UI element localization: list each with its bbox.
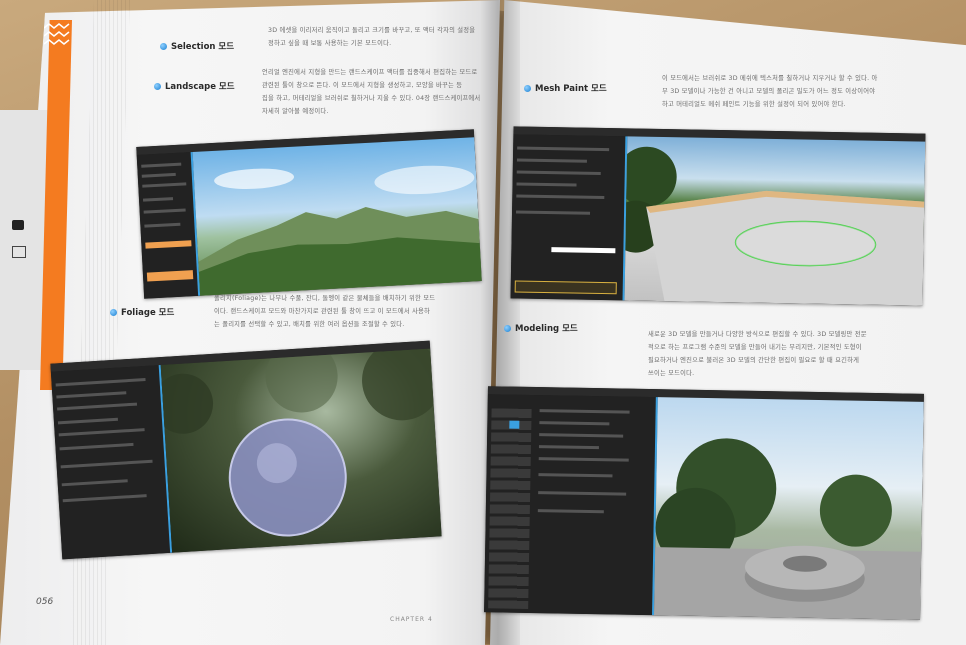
highlight-row [146,270,194,282]
landscape-viewport [192,137,482,296]
modeling-tool-panel [484,394,658,616]
foliage-mode-text: 폴리지(Foliage)는 나무나 수풀, 잔디, 돌멩이 같은 물체들을 배치… [214,295,436,328]
play-icon [12,220,24,230]
bullet-icon [504,324,511,332]
modeling-mode-text: 새로운 3D 모델을 만들거나 다양한 방식으로 편집할 수 있다. 3D 모델… [648,331,867,377]
zigzag-pattern-icon [44,23,70,45]
color-bar [551,247,616,254]
landscape-mode-screenshot [136,129,482,299]
mesh-paint-mode-heading: Mesh Paint 모드 [524,82,607,94]
landscape-mode-text: 언리얼 엔진에서 지형을 만드는 랜드스케이프 액터를 집중해서 편집하는 모드… [262,69,481,115]
landscape-tool-panel [136,152,201,299]
landscape-mode-heading: Landscape 모드 [154,80,235,92]
modeling-mode-heading: Modeling 모드 [504,322,578,334]
bullet-icon [154,82,161,90]
warning-box [514,280,617,295]
foliage-viewport [160,348,442,553]
mesh-paint-mode-text: 이 모드에서는 브러쉬로 3D 메쉬에 텍스처를 칠하거나 지우거나 할 수 있… [662,75,878,108]
selected-tool-icon [509,420,520,429]
selection-mode-text: 3D 에셋을 이리저리 움직이고 돌리고 크기를 바꾸고, 또 액터 각자의 설… [268,27,476,47]
foliage-mode-heading: Foliage 모드 [110,306,174,318]
mesh-paint-viewport [624,136,926,306]
modeling-mode-screenshot [484,386,924,620]
highlight-row [145,240,192,249]
modeling-tool-icons [488,408,532,609]
bullet-icon [160,42,167,50]
page-number: 056 [36,597,54,607]
foliage-mode-screenshot [50,340,442,560]
mail-icon [12,246,26,258]
chapter-label: CHAPTER 4 [390,616,433,623]
mesh-paint-mode-screenshot [510,126,926,306]
mesh-paint-tool-panel [510,134,628,301]
modeling-viewport [654,397,924,620]
foliage-tool-panel [50,365,173,560]
bullet-icon [110,308,117,316]
selection-mode-heading: Selection 모드 [160,40,234,52]
bullet-icon [524,84,531,92]
